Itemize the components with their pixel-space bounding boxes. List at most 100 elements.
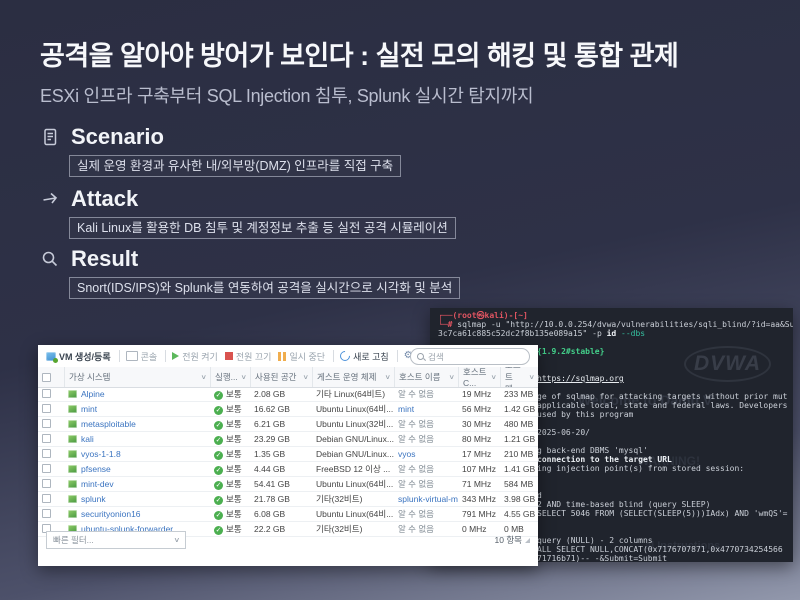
chevron-down-icon: ∨ xyxy=(300,373,309,381)
toolbar-divider xyxy=(333,350,334,362)
power-off-button[interactable]: 전원 끄기 xyxy=(225,350,272,363)
table-row[interactable]: pfsense ✓보통 4.44 GB FreeBSD 12 이상 ... 알 … xyxy=(38,462,538,477)
terminal-line: ┌──(root㉿kali)-[~] xyxy=(430,311,793,320)
guest-os-cell: Ubuntu Linux(64비... xyxy=(312,508,394,520)
search-input[interactable] xyxy=(428,352,523,362)
select-all-checkbox[interactable] xyxy=(42,373,51,382)
used-space-cell: 23.29 GB xyxy=(250,434,312,444)
table-row[interactable]: metasploitable ✓보통 6.21 GB Ubuntu Linux(… xyxy=(38,417,538,432)
table-row[interactable]: mint-dev ✓보통 54.41 GB Ubuntu Linux(64비..… xyxy=(38,477,538,492)
vm-name-link[interactable]: vyos-1-1.8 xyxy=(81,449,121,459)
host-mem-cell: 1.41 GB xyxy=(500,464,538,474)
vm-name-link[interactable]: kali xyxy=(81,434,94,444)
table-row[interactable]: splunk ✓보통 21.78 GB 기타(32비트) splunk-virt… xyxy=(38,492,538,507)
column-header-host-cpu[interactable]: 호스트 C...∨ xyxy=(458,367,500,387)
used-space-cell: 6.08 GB xyxy=(250,509,312,519)
row-checkbox[interactable] xyxy=(42,464,51,473)
status-ok-icon: ✓ xyxy=(214,481,223,490)
vm-create-icon xyxy=(46,352,56,361)
search-box[interactable] xyxy=(410,348,530,365)
used-space-cell: 54.41 GB xyxy=(250,479,312,489)
host-cpu-cell: 56 MHz xyxy=(458,404,500,414)
vm-toolbar: VM 생성/등록 콘솔 전원 켜기 전원 끄기 일시 중단 xyxy=(38,345,538,368)
host-name-cell: 알 수 없음 xyxy=(394,478,458,490)
vm-create-button[interactable]: VM 생성/등록 xyxy=(46,350,111,363)
table-row[interactable]: Alpine ✓보통 2.08 GB 기타 Linux(64비트) 알 수 없음… xyxy=(38,387,538,402)
host-name-cell: 알 수 없음 xyxy=(394,463,458,475)
used-space-cell: 6.21 GB xyxy=(250,419,312,429)
host-name-cell: vyos xyxy=(394,449,458,459)
status-label: 보통 xyxy=(226,479,242,489)
vm-name-link[interactable]: splunk xyxy=(81,494,106,504)
slide-background: 공격을 알아야 방어가 보인다 : 실전 모의 해킹 및 통합 관제 ESXi … xyxy=(0,0,800,600)
quick-filter-dropdown[interactable]: 빠른 필터... ∨ xyxy=(46,531,186,549)
console-icon xyxy=(126,351,138,361)
table-row[interactable]: vyos-1-1.8 ✓보통 1.35 GB Debian GNU/Linux.… xyxy=(38,447,538,462)
vm-name-link[interactable]: mint-dev xyxy=(81,479,114,489)
vm-icon xyxy=(68,405,77,413)
column-header-vm[interactable]: 가상 시스템∨ xyxy=(64,367,210,387)
section-description: Kali Linux를 활용한 DB 침투 및 계정정보 추출 등 실전 공격 … xyxy=(69,217,456,239)
row-checkbox[interactable] xyxy=(42,434,51,443)
host-cpu-cell: 80 MHz xyxy=(458,434,500,444)
table-row[interactable]: kali ✓보통 23.29 GB Debian GNU/Linux... 알 … xyxy=(38,432,538,447)
host-mem-cell: 1.42 GB xyxy=(500,404,538,414)
host-cpu-cell: 343 MHz xyxy=(458,494,500,504)
vm-name-link[interactable]: securityonion16 xyxy=(81,509,141,519)
terminal-line: └─# sqlmap -u "http://10.0.0.254/dvwa/vu… xyxy=(430,320,793,329)
column-header-space[interactable]: 사용된 공간∨ xyxy=(250,367,312,387)
guest-os-cell: 기타 Linux(64비트) xyxy=(312,388,394,400)
column-header-status[interactable]: 실행...∨ xyxy=(210,367,250,387)
column-header-guest-os[interactable]: 게스트 운영 체제∨ xyxy=(312,367,394,387)
search-icon xyxy=(40,249,60,269)
console-button[interactable]: 콘솔 xyxy=(126,350,158,363)
table-row[interactable]: mint ✓보통 16.62 GB Ubuntu Linux(64비... mi… xyxy=(38,402,538,417)
row-checkbox[interactable] xyxy=(42,449,51,458)
vm-icon xyxy=(68,465,77,473)
row-checkbox[interactable] xyxy=(42,419,51,428)
suspend-button[interactable]: 일시 중단 xyxy=(278,350,325,363)
vm-icon xyxy=(68,510,77,518)
power-on-button[interactable]: 전원 켜기 xyxy=(172,350,218,363)
vm-icon xyxy=(68,450,77,458)
row-checkbox[interactable] xyxy=(42,389,51,398)
toolbar-divider xyxy=(165,350,166,362)
power-off-icon xyxy=(225,352,233,360)
used-space-cell: 16.62 GB xyxy=(250,404,312,414)
vm-name-link[interactable]: mint xyxy=(81,404,97,414)
terminal-line: 3c7ca61c885c52dc2f8b135e089a15" -p id --… xyxy=(430,329,793,338)
vm-name-link[interactable]: pfsense xyxy=(81,464,111,474)
power-on-icon xyxy=(172,352,179,360)
search-icon xyxy=(417,353,424,360)
host-mem-cell: 233 MB xyxy=(500,389,538,399)
status-label: 보통 xyxy=(226,464,242,474)
vm-name-link[interactable]: Alpine xyxy=(81,389,105,399)
toolbar-divider xyxy=(119,350,120,362)
host-name-cell: 알 수 없음 xyxy=(394,433,458,445)
suspend-icon xyxy=(278,352,286,361)
guest-os-cell: 기타(32비트) xyxy=(312,493,394,505)
guest-os-cell: Ubuntu Linux(64비... xyxy=(312,478,394,490)
section-description: Snort(IDS/IPS)와 Splunk를 연동하여 공격을 실시간으로 시… xyxy=(69,277,460,299)
table-row[interactable]: securityonion16 ✓보통 6.08 GB Ubuntu Linux… xyxy=(38,507,538,522)
item-count: 10 항목 xyxy=(495,531,530,546)
column-header-host-mem[interactable]: 호스트 메...∨ xyxy=(500,367,538,387)
status-ok-icon: ✓ xyxy=(214,391,223,400)
row-checkbox[interactable] xyxy=(42,479,51,488)
refresh-button[interactable]: 새로 고침 xyxy=(340,350,389,363)
column-header-host[interactable]: 호스트 이름∨ xyxy=(394,367,458,387)
guest-os-cell: FreeBSD 12 이상 ... xyxy=(312,463,394,475)
row-checkbox[interactable] xyxy=(42,509,51,518)
guest-os-cell: Debian GNU/Linux... xyxy=(312,434,394,444)
row-checkbox[interactable] xyxy=(42,404,51,413)
resize-handle-icon[interactable] xyxy=(525,538,530,543)
row-checkbox[interactable] xyxy=(42,494,51,503)
vm-name-link[interactable]: metasploitable xyxy=(81,419,136,429)
guest-os-cell: Ubuntu Linux(32비... xyxy=(312,418,394,430)
section-heading: Scenario xyxy=(71,124,164,150)
status-ok-icon: ✓ xyxy=(214,511,223,520)
vm-icon xyxy=(68,390,77,398)
document-icon xyxy=(40,127,60,147)
vm-icon xyxy=(68,435,77,443)
vm-client-panel: VM 생성/등록 콘솔 전원 켜기 전원 끄기 일시 중단 xyxy=(38,345,538,566)
